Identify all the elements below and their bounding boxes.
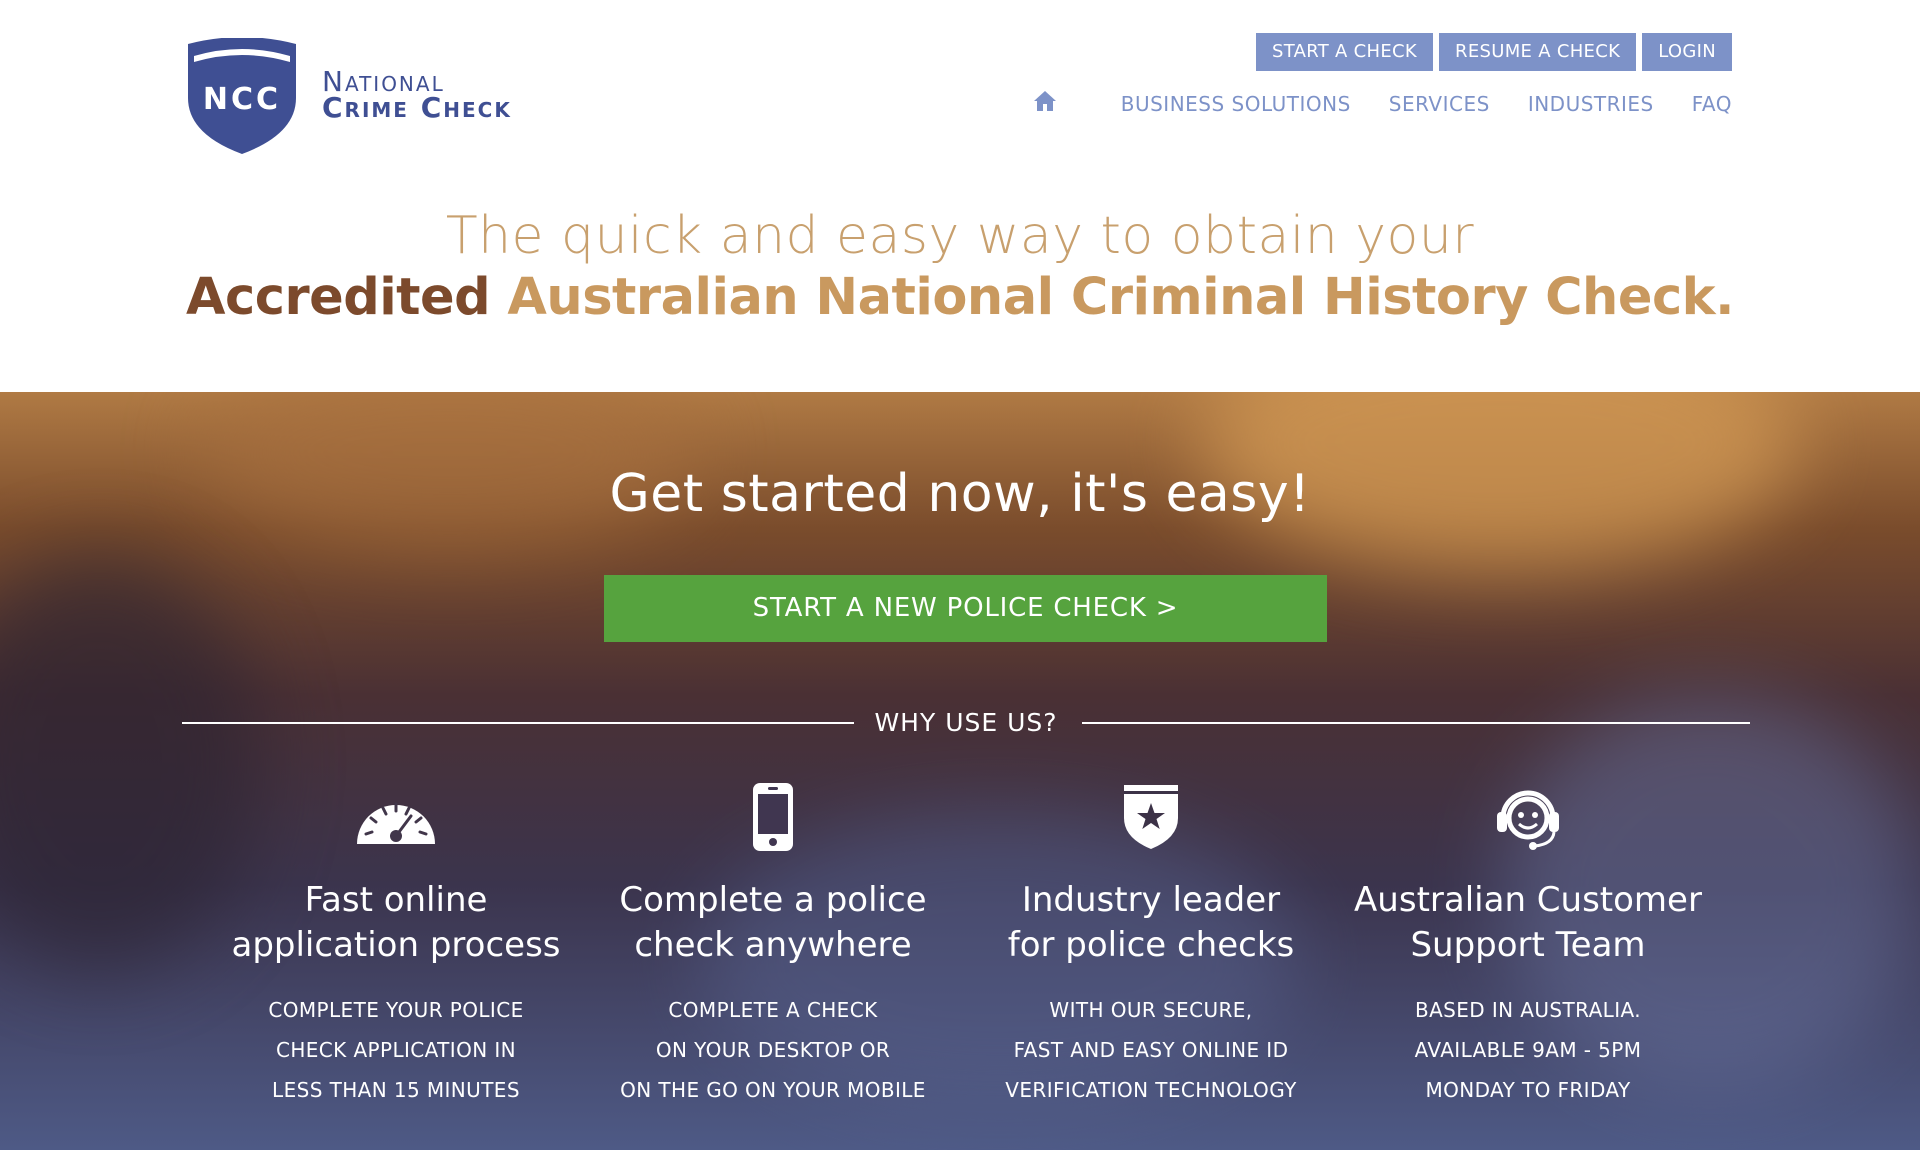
feature-title-line: Fast online [304,880,488,920]
nav-industries[interactable]: INDUSTRIES [1528,92,1654,116]
start-check-button[interactable]: START A CHECK [1255,33,1434,71]
feature-title-line: check anywhere [634,925,912,965]
feature-title: Australian Customer Support Team [1348,878,1708,968]
feature-desc-line: LESS THAN 15 MINUTES [272,1078,520,1102]
feature-description: WITH OUR SECURE, FAST AND EASY ONLINE ID… [971,990,1331,1110]
headline-line1: The quick and easy way to obtain your [445,206,1475,266]
brand-name: National Crime Check [322,68,512,124]
feature-desc-line: WITH OUR SECURE, [1049,998,1253,1022]
feature-title-line: for police checks [1007,925,1295,965]
feature-title: Complete a police check anywhere [593,878,953,968]
feature-title-line: Australian Customer [1354,880,1702,920]
feature-fast-online: Fast online application process COMPLETE… [216,780,576,1110]
feature-desc-line: COMPLETE A CHECK [668,998,878,1022]
headset-support-icon [1348,780,1708,854]
nav-faq[interactable]: FAQ [1692,92,1732,116]
speedometer-icon [216,780,576,854]
nav-business-solutions[interactable]: BUSINESS SOLUTIONS [1121,92,1351,116]
feature-desc-line: BASED IN AUSTRALIA. [1414,998,1642,1022]
feature-title: Industry leader for police checks [971,878,1331,968]
brand-name-line2: Crime Check [322,91,512,124]
headline-check-name: Australian National Criminal History Che… [490,268,1734,327]
feature-desc-line: CHECK APPLICATION IN [275,1038,517,1062]
logo-initials: NCC [203,82,281,117]
mobile-phone-icon [593,780,953,854]
feature-desc-line: ON THE GO ON YOUR MOBILE [620,1078,926,1102]
start-new-police-check-button[interactable]: START A NEW POLICE CHECK > [604,575,1327,642]
site-header: NCC National Crime Check START A CHECK R… [0,0,1920,392]
why-use-us-divider: WHY USE US? [182,702,1750,742]
home-icon[interactable] [1033,89,1057,113]
resume-check-button[interactable]: RESUME A CHECK [1439,33,1637,71]
feature-desc-line: VERIFICATION TECHNOLOGY [1005,1078,1297,1102]
brand-logo[interactable]: NCC National Crime Check [182,38,512,156]
feature-desc-line: COMPLETE YOUR POLICE [268,998,524,1022]
feature-title-line: application process [231,925,561,965]
feature-desc-line: AVAILABLE 9AM - 5PM [1414,1038,1642,1062]
hero-section: Get started now, it's easy! START A NEW … [0,392,1920,1150]
feature-desc-line: ON YOUR DESKTOP OR [655,1038,891,1062]
feature-industry-leader: Industry leader for police checks WITH O… [971,780,1331,1110]
feature-description: COMPLETE YOUR POLICE CHECK APPLICATION I… [216,990,576,1110]
feature-desc-line: MONDAY TO FRIDAY [1425,1078,1631,1102]
headline-accredited: Accredited [186,268,491,327]
login-button[interactable]: LOGIN [1642,33,1732,71]
feature-desc-line: FAST AND EASY ONLINE ID [1013,1038,1289,1062]
nav-services[interactable]: SERVICES [1389,92,1490,116]
feature-title-line: Industry leader [1021,880,1281,920]
feature-complete-anywhere: Complete a police check anywhere COMPLET… [593,780,953,1110]
hero-title: Get started now, it's easy! [609,464,1311,524]
feature-title-line: Support Team [1410,925,1646,965]
feature-title: Fast online application process [216,878,576,968]
account-actions: START A CHECK RESUME A CHECK LOGIN [1255,33,1732,71]
feature-description: BASED IN AUSTRALIA. AVAILABLE 9AM - 5PM … [1348,990,1708,1110]
feature-title-line: Complete a police [619,880,927,920]
divider-line [1082,722,1750,724]
feature-customer-support: Australian Customer Support Team BASED I… [1348,780,1708,1110]
shield-star-icon [971,780,1331,854]
feature-description: COMPLETE A CHECK ON YOUR DESKTOP OR ON T… [593,990,953,1110]
headline-line2: Accredited Australian National Criminal … [0,268,1920,327]
main-nav: BUSINESS SOLUTIONS SERVICES INDUSTRIES F… [1033,89,1732,116]
logo-shield-icon: NCC [182,38,302,156]
